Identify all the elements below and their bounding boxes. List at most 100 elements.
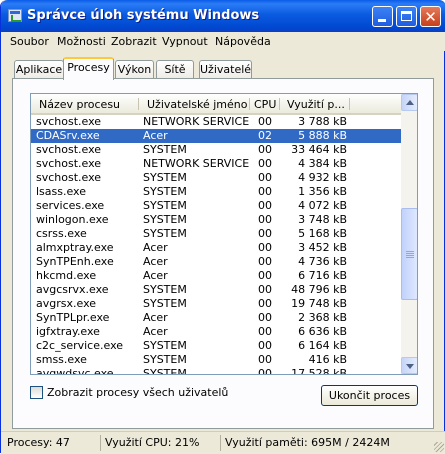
process-row[interactable]: svchost.exe SYSTEM 00 4 932 kB [31,171,401,185]
process-cpu: 00 [258,185,272,198]
column-header-cpu[interactable]: CPU [254,98,276,111]
process-name: lsass.exe [36,185,86,198]
process-memory: 3 452 kB [298,241,347,254]
process-cpu: 00 [258,255,272,268]
process-cpu: 00 [258,199,272,212]
process-row[interactable]: csrss.exe SYSTEM 00 5 168 kB [31,227,401,241]
end-process-button[interactable]: Ukončit proces [321,385,418,406]
grip-line [406,257,414,258]
process-name: CDASrv.exe [36,129,100,142]
column-divider[interactable] [279,98,280,110]
process-name: winlogon.exe [36,213,109,226]
process-memory: 4 932 kB [298,171,347,184]
process-row[interactable]: svchost.exe SYSTEM 00 33 464 kB [31,143,401,157]
process-cpu: 00 [258,325,272,338]
menu-vypnout[interactable]: Vypnout [162,35,208,48]
scroll-thumb[interactable] [401,208,417,300]
arrow-down-icon [406,364,414,369]
grip-line [406,253,414,254]
process-row[interactable]: CDASrv.exe Acer 02 5 888 kB [31,129,401,143]
tab-uzivatele[interactable]: Uživatelé [199,60,252,79]
minimize-button[interactable] [372,6,393,27]
process-name: almxptray.exe [36,241,114,254]
grip-line [406,251,414,252]
process-memory: 6 636 kB [298,325,347,338]
process-user: SYSTEM [143,367,187,375]
status-memory-usage: Využití paměti: 695M / 2424M [220,435,390,451]
process-memory: 2 368 kB [298,311,347,324]
process-user: Acer [143,241,168,254]
process-name: avgrsx.exe [36,297,97,310]
process-user: SYSTEM [143,297,187,310]
vertical-scrollbar[interactable] [401,94,417,374]
title-bar[interactable]: Správce úloh systému Windows ✕ [1,0,445,32]
process-user: SYSTEM [143,143,187,156]
process-cpu: 00 [258,283,272,296]
process-row[interactable]: SynTPEnh.exe Acer 00 4 736 kB [31,255,401,269]
grip-line [406,255,414,256]
process-row[interactable]: SynTPLpr.exe Acer 00 2 368 kB [31,311,401,325]
process-row[interactable]: svchost.exe NETWORK SERVICE 00 4 384 kB [31,157,401,171]
process-memory: 3 748 kB [298,213,347,226]
process-row[interactable]: services.exe SYSTEM 00 4 072 kB [31,199,401,213]
process-user: NETWORK SERVICE [143,115,250,128]
show-all-users-checkbox[interactable] [30,386,43,399]
process-user: Acer [143,325,168,338]
process-cpu: 00 [258,213,272,226]
menu-moznosti[interactable]: Možnosti [57,35,106,48]
menu-napoveda[interactable]: Nápověda [215,35,271,48]
tab-procesy[interactable]: Procesy [63,57,114,80]
menu-soubor[interactable]: Soubor [10,35,49,48]
column-header-user[interactable]: Uživatelské jméno [147,98,247,111]
column-divider[interactable] [138,98,139,110]
process-name: svchost.exe [36,115,102,128]
tab-vykon[interactable]: Výkon [115,60,154,79]
menu-zobrazit[interactable]: Zobrazit [111,35,157,48]
process-row[interactable]: smss.exe SYSTEM 00 416 kB [31,353,401,367]
process-row[interactable]: almxptray.exe Acer 00 3 452 kB [31,241,401,255]
scroll-up-button[interactable] [401,94,417,111]
resize-grip-icon[interactable] [434,442,444,452]
status-cpu-usage: Využití CPU: 21% [100,435,199,451]
show-all-users-label[interactable]: Zobrazit procesy všech uživatelů [47,386,228,399]
process-row[interactable]: avgwdsvc.exe SYSTEM 00 17 528 kB [31,367,401,375]
column-header-name[interactable]: Název procesu [39,98,120,111]
arrow-up-icon [406,100,414,105]
process-row[interactable]: igfxtray.exe Acer 00 6 636 kB [31,325,401,339]
process-user: Acer [143,311,168,324]
close-button[interactable]: ✕ [420,6,441,27]
column-divider[interactable] [249,98,250,110]
process-cpu: 00 [258,353,272,366]
process-row[interactable]: avgcsrvx.exe SYSTEM 00 48 796 kB [31,283,401,297]
process-row[interactable]: c2c_service.exe SYSTEM 00 6 164 kB [31,339,401,353]
column-divider[interactable] [349,98,350,110]
process-user: SYSTEM [143,213,187,226]
process-row[interactable]: avgrsx.exe SYSTEM 00 19 748 kB [31,297,401,311]
process-user: Acer [143,129,168,142]
process-row[interactable]: svchost.exe NETWORK SERVICE 00 3 788 kB [31,115,401,129]
process-user: NETWORK SERVICE [143,157,250,170]
tab-aplikace[interactable]: Aplikace [14,60,64,79]
process-cpu: 00 [258,241,272,254]
process-cpu: 00 [258,157,272,170]
scroll-down-button[interactable] [401,357,417,374]
process-list[interactable]: Název procesu Uživatelské jméno CPU Využ… [30,93,418,375]
process-name: c2c_service.exe [36,339,124,352]
process-memory: 17 528 kB [291,367,347,375]
column-header-memory[interactable]: Využití p... [287,98,345,111]
maximize-button[interactable] [396,6,417,27]
tab-site[interactable]: Sítě [156,60,194,79]
process-name: SynTPEnh.exe [36,255,114,268]
close-icon: ✕ [424,8,437,26]
process-row[interactable]: winlogon.exe SYSTEM 00 3 748 kB [31,213,401,227]
process-row[interactable]: hkcmd.exe Acer 00 6 716 kB [31,269,401,283]
process-cpu: 00 [258,367,272,375]
process-memory: 1 356 kB [298,185,347,198]
process-memory: 5 888 kB [298,129,347,142]
menu-bar: Soubor Možnosti Zobrazit Vypnout Nápověd… [1,32,445,51]
process-memory: 4 736 kB [298,255,347,268]
task-manager-icon [8,9,22,22]
process-name: smss.exe [36,353,87,366]
process-user: SYSTEM [143,227,187,240]
process-row[interactable]: lsass.exe SYSTEM 00 1 356 kB [31,185,401,199]
